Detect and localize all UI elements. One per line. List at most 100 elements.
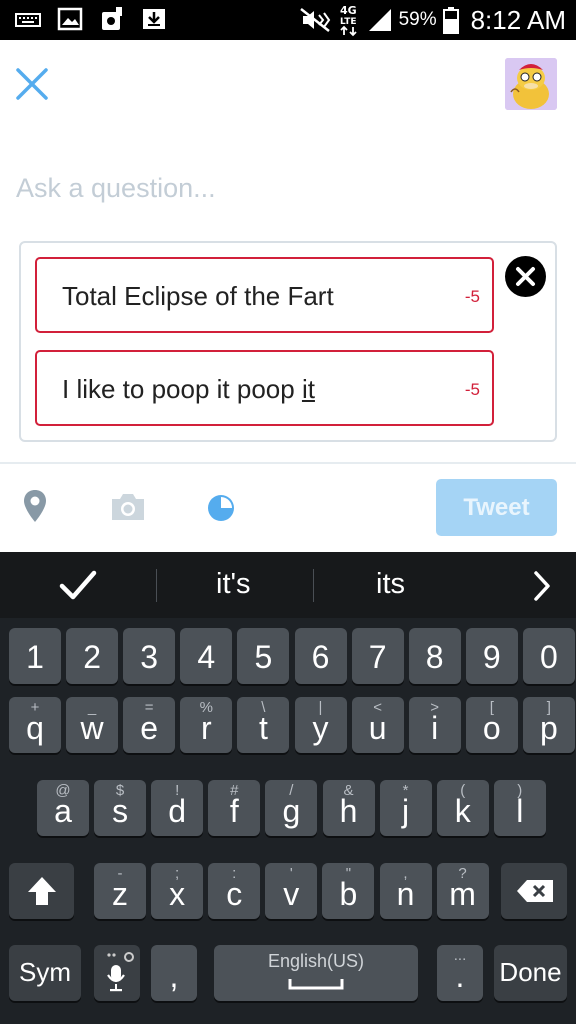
toolbar-divider [0, 462, 576, 464]
key-1[interactable]: 1 [9, 628, 61, 684]
camera-icon[interactable] [109, 492, 147, 522]
key-n[interactable]: ,n [379, 863, 432, 919]
tweet-button[interactable]: Tweet [436, 479, 557, 536]
svg-text:LTE: LTE [340, 17, 357, 27]
key-i[interactable]: > i [408, 697, 461, 753]
key-t[interactable]: \ t [237, 697, 290, 753]
key-y[interactable]: | y [294, 697, 347, 753]
key-label: 9 [482, 639, 501, 675]
close-icon[interactable] [14, 66, 50, 102]
key-x[interactable]: ; x [151, 863, 204, 919]
shift-key[interactable] [9, 863, 74, 919]
voice-input-key[interactable] [94, 945, 140, 1001]
key-label: p [539, 710, 558, 746]
mute-icon [299, 8, 330, 32]
key-label: y [312, 710, 329, 746]
key-k[interactable]: (k [436, 780, 489, 836]
poll-option-2[interactable]: I like to poop it poop it -5 [35, 350, 494, 426]
key-o[interactable]: [o [465, 697, 518, 753]
suggestion-bar: it's its [0, 552, 576, 618]
key-w[interactable]: _ w [66, 697, 119, 753]
key-b[interactable]: " b [322, 863, 375, 919]
key-q[interactable]: + q [9, 697, 61, 753]
key-label: i [431, 710, 439, 746]
key-z[interactable]: -z [94, 863, 146, 919]
key-8[interactable]: 8 [408, 628, 461, 684]
key-9[interactable]: 9 [465, 628, 518, 684]
close-circle-icon [516, 267, 535, 286]
key-v[interactable]: ' v [265, 863, 318, 919]
key-label: . [455, 958, 465, 994]
key-4[interactable]: 4 [180, 628, 233, 684]
suggestion-word-2[interactable]: its [376, 568, 405, 601]
poll-option-text: I like to poop it poop it [62, 374, 315, 404]
key-m[interactable]: ? m [436, 863, 489, 919]
key-p[interactable]: ] p [522, 697, 575, 753]
backspace-key[interactable] [501, 863, 567, 919]
key-label: r [200, 710, 212, 746]
checkmark-icon[interactable] [58, 568, 98, 602]
key-label: Sym [19, 957, 71, 987]
key-3[interactable]: 3 [123, 628, 176, 684]
key-label: f [229, 793, 239, 829]
key-label: t [258, 710, 268, 746]
key-a[interactable]: @ a [37, 780, 89, 836]
key-label: a [54, 793, 72, 829]
key-l[interactable]: ) l [493, 780, 546, 836]
location-pin-icon[interactable] [22, 488, 48, 524]
key-0[interactable]: 0 [522, 628, 575, 684]
keyboard: it's its 1 2 3 4 5 6 7 8 9 0 + q _ w = e% r \ t | y < u > i[o] p @… [0, 552, 576, 1024]
key-label: u [368, 710, 387, 746]
battery-percent: 59% [398, 9, 437, 30]
spacebar-language-label: English(US) [267, 951, 365, 971]
key-label: 4 [197, 639, 216, 675]
remove-poll-button[interactable] [505, 256, 546, 297]
key-label: d [168, 793, 187, 829]
key-u[interactable]: < u [351, 697, 404, 753]
key-label: 2 [83, 639, 101, 675]
poll-option-text: Total Eclipse of the Fart [62, 281, 334, 311]
comma-key[interactable]: , [151, 945, 197, 1001]
clock-time: 8:12 AM [470, 4, 566, 35]
key-label: 8 [425, 639, 444, 675]
space-icon [288, 979, 344, 990]
key-label: Done [499, 957, 562, 987]
poll-icon[interactable] [206, 493, 236, 523]
key-h[interactable]: & h [322, 780, 375, 836]
spacebar-key[interactable]: English(US) [214, 945, 418, 1001]
key-g[interactable]: / g [265, 780, 318, 836]
poll-option-1[interactable]: Total Eclipse of the Fart -5 [35, 257, 494, 333]
key-e[interactable]: = e [123, 697, 176, 753]
key-label: k [454, 793, 471, 829]
key-6[interactable]: 6 [294, 628, 347, 684]
question-input[interactable] [16, 168, 556, 208]
done-key[interactable]: Done [494, 945, 567, 1001]
avatar[interactable] [505, 58, 557, 110]
key-s[interactable]: $ s [94, 780, 147, 836]
key-r[interactable]: % r [180, 697, 233, 753]
key-c[interactable]: :c [208, 863, 261, 919]
suggestion-word-1[interactable]: it's [216, 568, 251, 601]
psyduck-avatar-image [505, 58, 557, 110]
signal-icon [368, 9, 391, 31]
keyboard-icon [15, 13, 41, 27]
sym-key[interactable]: Sym [9, 945, 81, 1001]
key-f[interactable]: # f [208, 780, 261, 836]
key-5[interactable]: 5 [237, 628, 290, 684]
key-7[interactable]: 7 [351, 628, 404, 684]
char-count-remaining: -5 [464, 380, 480, 399]
key-j[interactable]: * j [379, 780, 432, 836]
key-d[interactable]: ! d [151, 780, 204, 836]
key-label: x [169, 876, 186, 912]
char-count-remaining: -5 [464, 287, 480, 306]
4g-lte-icon: 4GLTE [340, 4, 357, 37]
key-label: q [26, 710, 44, 746]
key-2[interactable]: 2 [66, 628, 119, 684]
period-key[interactable]: .... [437, 945, 483, 1001]
key-label: w [80, 710, 104, 746]
chevron-right-icon[interactable] [531, 570, 553, 602]
key-label: h [339, 793, 358, 829]
key-label: 0 [539, 639, 558, 675]
key-label: 6 [311, 639, 330, 675]
key-label: g [282, 793, 301, 829]
